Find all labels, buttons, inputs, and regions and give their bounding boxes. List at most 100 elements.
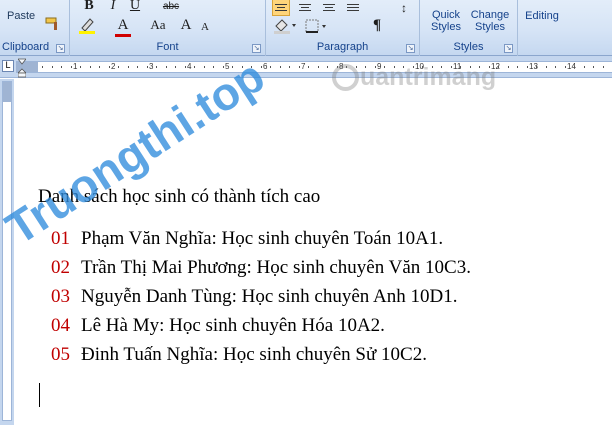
ruler-tick xyxy=(298,66,300,68)
font-group: B I U abc A Aa A A Font ↘ xyxy=(70,0,266,56)
ruler-tick xyxy=(165,66,167,68)
ruler-tick xyxy=(555,66,556,68)
font-group-label: Font xyxy=(156,41,179,53)
quick-styles-button[interactable]: Quick Styles xyxy=(426,9,466,33)
ruler-number: 6 xyxy=(263,62,268,71)
font-launcher-icon[interactable]: ↘ xyxy=(252,44,261,53)
vertical-ruler-area xyxy=(0,79,14,425)
list-number: 04 xyxy=(51,315,70,336)
align-center-icon[interactable] xyxy=(296,0,314,16)
ruler-tick xyxy=(146,66,148,68)
change-case-button[interactable]: Aa xyxy=(146,15,170,35)
ruler-tick xyxy=(184,66,186,68)
list-text: Lê Hà My: Học sinh chuyên Hóa 10A2. xyxy=(81,315,385,336)
horizontal-ruler-area: L 1 2 3 4 5 6 7 8 9 10 11 12 13 14 xyxy=(0,56,612,78)
list-text: Nguyễn Danh Tùng: Học sinh chuyên Anh 10… xyxy=(81,286,458,307)
ruler-tick xyxy=(70,66,72,68)
format-painter-icon[interactable] xyxy=(44,16,62,32)
ruler-tick xyxy=(536,66,537,68)
font-color-bar xyxy=(115,34,131,37)
ruler-number: 4 xyxy=(187,62,192,71)
ruler-tick xyxy=(118,66,119,68)
ruler-tick xyxy=(89,66,91,68)
list-item[interactable]: 01 Phạm Văn Nghĩa: Học sinh chuyên Toán 1… xyxy=(51,228,443,250)
list-item[interactable]: 05 Đinh Tuấn Nghĩa: Học sinh chuyên Sử 10… xyxy=(51,344,427,366)
ruler-tick xyxy=(526,66,528,68)
horizontal-ruler[interactable]: 1 2 3 4 5 6 7 8 9 10 11 12 13 14 xyxy=(16,61,612,73)
ruler-tick xyxy=(279,66,281,68)
list-number: 05 xyxy=(51,344,70,365)
ruler-tick xyxy=(308,66,309,68)
quantrimang-logo-icon xyxy=(332,64,359,91)
list-item[interactable]: 02 Trần Thị Mai Phương: Học sinh chuyên V… xyxy=(51,257,471,279)
ruler-tick xyxy=(270,66,271,68)
ruler-tick xyxy=(574,66,575,68)
ruler-tick xyxy=(327,66,328,68)
grow-font-button[interactable]: A xyxy=(178,15,194,35)
shading-icon[interactable] xyxy=(272,16,298,34)
ruler-tick xyxy=(127,66,129,68)
list-text: Phạm Văn Nghĩa: Học sinh chuyên Toán 10A… xyxy=(81,228,444,249)
ruler-tick xyxy=(289,66,290,68)
ruler-tick xyxy=(583,66,585,68)
styles-group-label: Styles xyxy=(453,41,484,53)
borders-icon[interactable] xyxy=(304,18,330,34)
ruler-tick xyxy=(602,66,604,68)
shrink-font-button[interactable]: A xyxy=(198,17,212,37)
watermark-right: uantrimang xyxy=(360,63,497,91)
list-number: 02 xyxy=(51,257,70,278)
line-spacing-icon[interactable]: ↕ xyxy=(394,0,414,18)
clipboard-launcher-icon[interactable]: ↘ xyxy=(56,44,65,53)
vertical-ruler[interactable] xyxy=(2,81,12,421)
ruler-tick xyxy=(564,66,566,68)
ruler-tick xyxy=(42,66,43,68)
indent-marker-icon[interactable] xyxy=(18,56,26,78)
paragraph-launcher-icon[interactable]: ↘ xyxy=(406,44,415,53)
list-number: 03 xyxy=(51,286,70,307)
justify-icon[interactable] xyxy=(344,0,362,16)
document-page[interactable] xyxy=(14,79,612,425)
ruler-number: 7 xyxy=(301,62,306,71)
ruler-tick xyxy=(194,66,195,68)
styles-launcher-icon[interactable]: ↘ xyxy=(504,44,513,53)
paragraph-group: ¶ ↕ Paragraph ↘ xyxy=(266,0,420,56)
paste-button[interactable]: Paste xyxy=(7,10,35,22)
bold-button[interactable]: B xyxy=(80,0,98,16)
paragraph-group-label: Paragraph xyxy=(316,41,369,53)
editing-button[interactable]: Editing xyxy=(520,10,564,22)
ruler-tick xyxy=(317,66,319,68)
ruler-tick xyxy=(137,66,138,68)
ruler-tick xyxy=(61,66,62,68)
align-right-icon[interactable] xyxy=(320,0,338,16)
ribbon: Paste Clipboard ↘ B I U abc A Aa A A Fon… xyxy=(0,0,612,56)
list-item[interactable]: 04 Lê Hà My: Học sinh chuyên Hóa 10A2. xyxy=(51,315,385,337)
change-styles-button[interactable]: Change Styles xyxy=(468,9,512,33)
strikethrough-button[interactable]: abc xyxy=(160,0,182,16)
ruler-number: 2 xyxy=(111,62,116,71)
clipboard-group: Paste Clipboard ↘ xyxy=(0,0,70,56)
ruler-tick xyxy=(545,66,547,68)
ruler-tick xyxy=(51,66,53,68)
show-formatting-button[interactable]: ¶ xyxy=(366,15,388,35)
align-left-icon[interactable] xyxy=(272,0,290,16)
italic-button[interactable]: I xyxy=(104,0,122,16)
vertical-ruler-margin xyxy=(3,82,11,102)
ruler-tick xyxy=(498,66,499,68)
editing-group: Editing xyxy=(518,0,566,56)
styles-group: Quick Styles Change Styles Styles ↘ xyxy=(420,0,518,56)
ruler-number: 1 xyxy=(73,62,78,71)
ruler-tick xyxy=(175,66,176,68)
ruler-tick xyxy=(507,66,509,68)
tab-selector-icon[interactable]: L xyxy=(2,60,14,72)
ruler-tick xyxy=(203,66,205,68)
underline-button[interactable]: U xyxy=(126,0,144,16)
ruler-number: 3 xyxy=(149,62,154,71)
font-color-button[interactable]: A xyxy=(112,15,134,37)
ruler-tick xyxy=(593,66,594,68)
highlight-icon[interactable] xyxy=(78,16,98,34)
ruler-tick xyxy=(156,66,157,68)
font-color-letter: A xyxy=(117,16,129,33)
list-item[interactable]: 03 Nguyễn Danh Tùng: Học sinh chuyên Anh … xyxy=(51,286,457,308)
list-text: Trần Thị Mai Phương: Học sinh chuyên Văn… xyxy=(81,257,471,278)
ruler-tick xyxy=(80,66,81,68)
